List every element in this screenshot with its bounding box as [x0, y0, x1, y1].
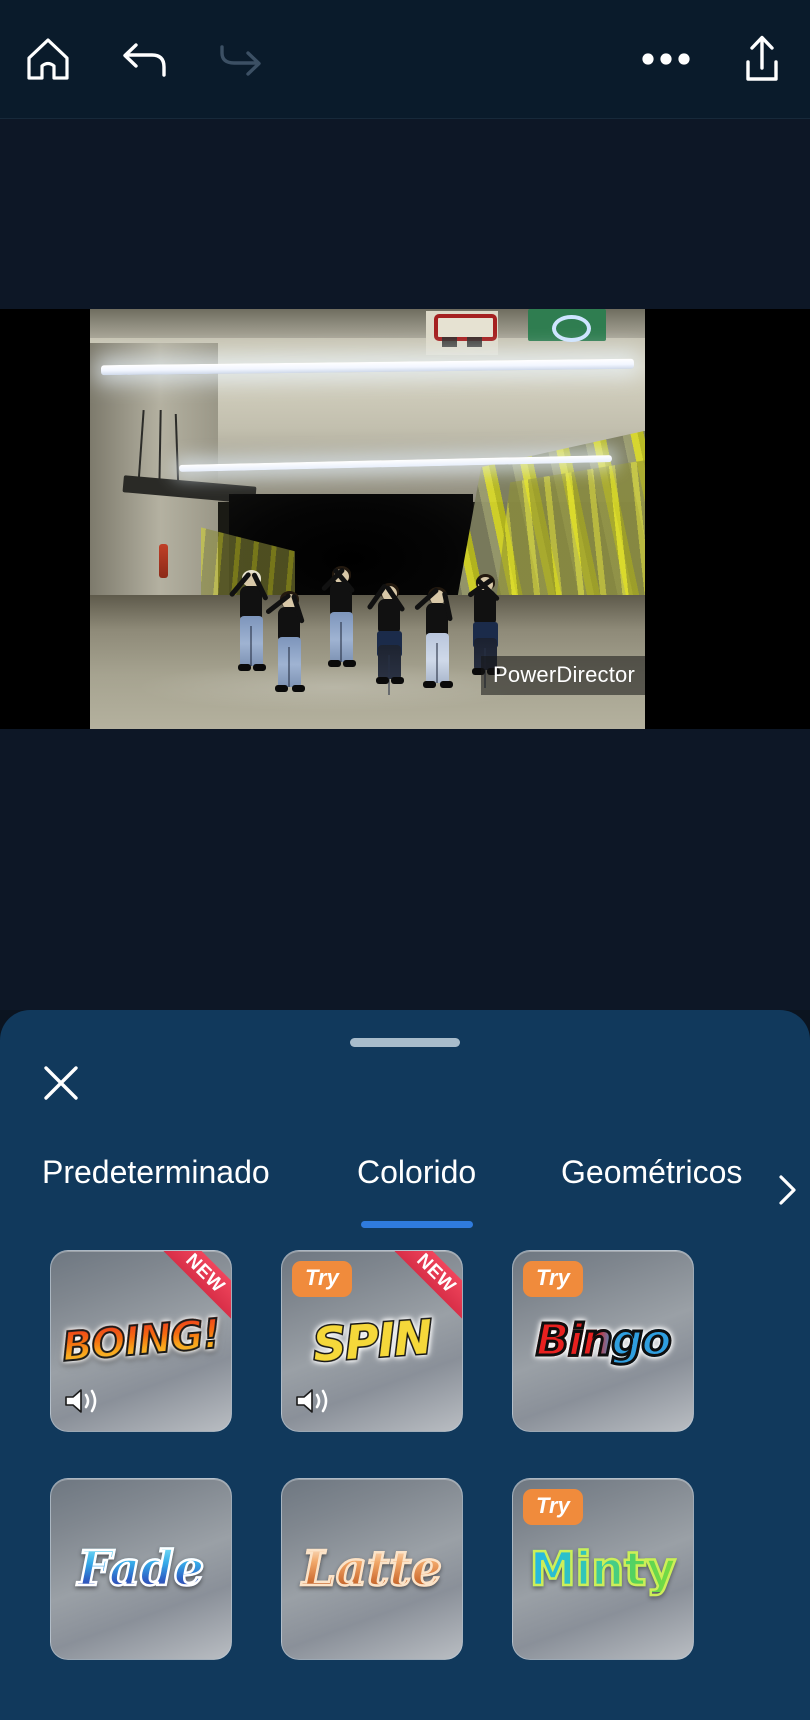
effect-tile-spin[interactable]: Try NEW SPIN	[281, 1250, 463, 1432]
redo-button[interactable]	[192, 0, 288, 119]
try-badge: Try	[523, 1489, 583, 1525]
undo-icon	[116, 37, 172, 81]
effect-tile-minty[interactable]: Try Minty	[512, 1478, 694, 1660]
tab-label: Geométricos	[561, 1154, 743, 1190]
audio-indicator-icon	[294, 1386, 332, 1421]
toolbar-right-group	[618, 0, 810, 119]
video-preview-area[interactable]: PowerDirector	[0, 119, 810, 1010]
export-icon	[738, 34, 786, 84]
home-button[interactable]	[0, 0, 96, 119]
tab-geometricos[interactable]: Geométricos	[561, 1150, 742, 1240]
close-button[interactable]	[38, 1062, 84, 1108]
effect-tile-boing[interactable]: NEW BOING!	[50, 1250, 232, 1432]
effect-title: Latte	[301, 1541, 443, 1597]
tab-colorido[interactable]: Colorido	[357, 1150, 476, 1240]
export-button[interactable]	[714, 0, 810, 119]
redo-icon	[212, 37, 268, 81]
more-icon	[640, 50, 692, 68]
video-frame[interactable]: PowerDirector	[90, 309, 645, 729]
top-toolbar	[0, 0, 810, 119]
category-tabs[interactable]: Predeterminado Colorido Geométricos	[0, 1150, 810, 1240]
effect-tile-latte[interactable]: Latte	[281, 1478, 463, 1660]
try-badge: Try	[292, 1261, 352, 1297]
home-icon	[24, 36, 72, 82]
ceiling-sign-green	[528, 309, 607, 342]
effect-tile-fade[interactable]: Fade	[50, 1478, 232, 1660]
undo-button[interactable]	[96, 0, 192, 119]
try-badge: Try	[523, 1261, 583, 1297]
chevron-right-icon	[774, 1173, 800, 1212]
powerdirector-watermark: PowerDirector	[481, 656, 645, 695]
effect-title: BOING!	[59, 1310, 222, 1372]
tab-label: Colorido	[357, 1154, 477, 1190]
tabs-scroll-next-button[interactable]	[770, 1172, 804, 1212]
effects-bottom-sheet: Predeterminado Colorido Geométricos NEW …	[0, 1010, 810, 1720]
audio-indicator-icon	[63, 1386, 101, 1421]
new-ribbon-badge: NEW	[155, 1251, 231, 1323]
more-options-button[interactable]	[618, 0, 714, 119]
ceiling-sign-red	[425, 310, 498, 355]
effect-title: Fade	[76, 1541, 205, 1597]
tab-label: Predeterminado	[42, 1154, 270, 1190]
sheet-drag-handle[interactable]	[350, 1038, 460, 1047]
close-icon	[39, 1061, 83, 1110]
effect-title: Bingo	[534, 1315, 673, 1366]
effects-grid: NEW BOING! Try NEW SPIN Try Bingo Fade L…	[0, 1250, 810, 1720]
tab-predeterminado[interactable]: Predeterminado	[42, 1150, 270, 1240]
effect-title: Minty	[529, 1542, 678, 1596]
active-tab-indicator	[360, 1221, 473, 1228]
toolbar-left-group	[0, 0, 288, 119]
effect-tile-bingo[interactable]: Try Bingo	[512, 1250, 694, 1432]
effect-title: SPIN	[310, 1308, 435, 1373]
